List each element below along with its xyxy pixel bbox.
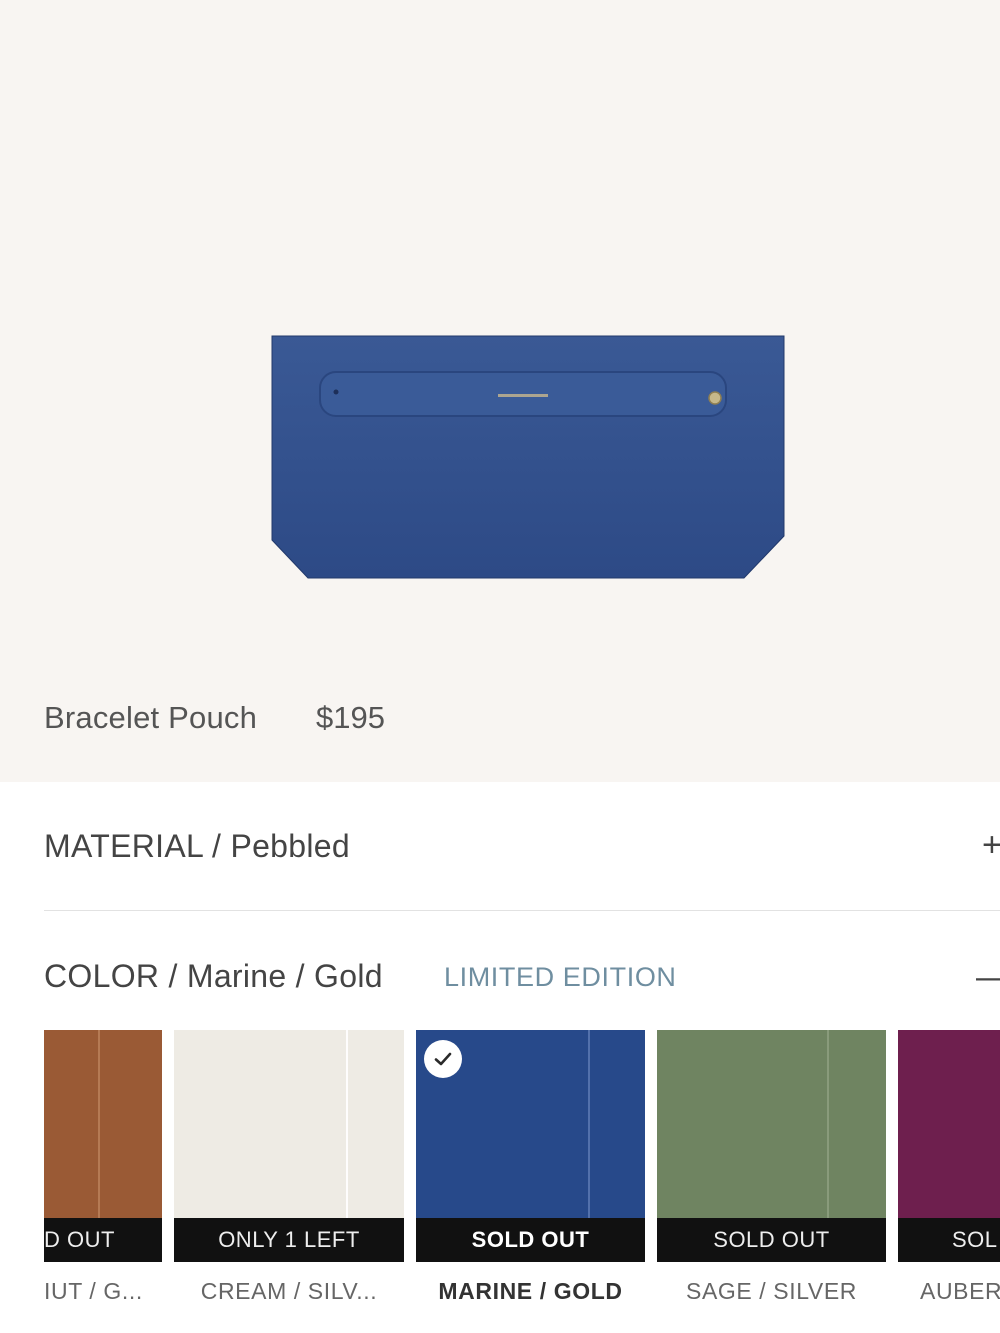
swatch-label: AUBER (920, 1278, 1000, 1304)
swatch-seam (98, 1030, 100, 1218)
plus-icon[interactable]: + (982, 826, 1000, 865)
color-swatch-chestnut[interactable]: D OUT (44, 1030, 162, 1262)
limited-edition-badge: LIMITED EDITION (444, 962, 677, 992)
swatch-label: MARINE / GOLD (438, 1278, 623, 1304)
color-swatch-cream[interactable]: ONLY 1 LEFT (174, 1030, 404, 1262)
product-hero: Bracelet Pouch $195 (0, 0, 1000, 782)
swatch-label: IUT / G... (44, 1278, 143, 1304)
swatch-status: D OUT (44, 1218, 162, 1262)
swatch-seam (346, 1030, 348, 1218)
swatch-status: SOL (898, 1218, 1000, 1262)
selected-check-icon (424, 1040, 462, 1078)
product-price: $195 (316, 700, 385, 735)
swatch-label: SAGE / SILVER (686, 1278, 857, 1304)
swatch-status: SOLD OUT (657, 1218, 886, 1262)
color-swatch-aubergine[interactable]: SOL (898, 1030, 1000, 1262)
minus-icon[interactable]: — (976, 958, 1000, 997)
swatch-seam (588, 1030, 590, 1218)
color-swatch-sage[interactable]: SOLD OUT (657, 1030, 886, 1262)
swatch-seam (827, 1030, 829, 1218)
material-option-title[interactable]: MATERIAL / Pebbled (44, 828, 350, 865)
divider (44, 910, 1000, 911)
swatch-status: SOLD OUT (416, 1218, 645, 1262)
swatch-label: CREAM / SILV... (200, 1278, 378, 1304)
product-name: Bracelet Pouch (44, 700, 258, 735)
swatch-status: ONLY 1 LEFT (174, 1218, 404, 1262)
product-image[interactable] (266, 330, 790, 586)
color-option-title[interactable]: COLOR / Marine / Gold (44, 958, 383, 995)
